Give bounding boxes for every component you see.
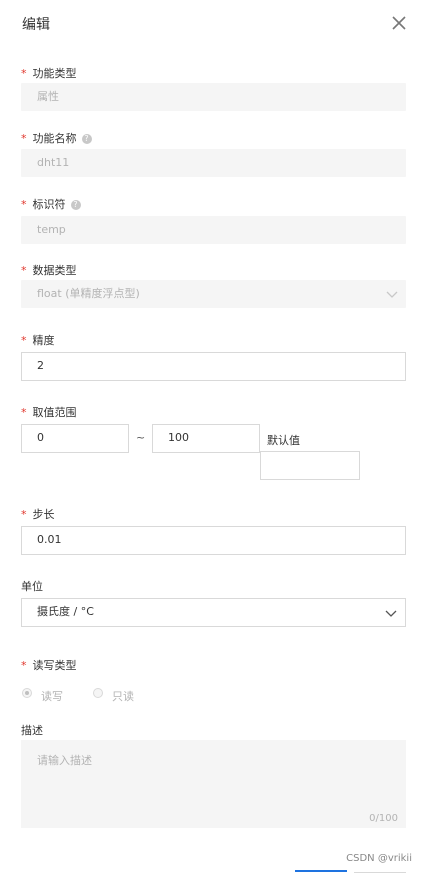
confirm-button-edge[interactable]: [295, 870, 347, 872]
range-label: * 取值范围: [21, 406, 77, 419]
default-value-input[interactable]: [260, 451, 360, 480]
description-counter: 0/100: [369, 813, 398, 824]
data-type-value: float (单精度浮点型): [37, 287, 140, 300]
rw-type-label: * 读写类型: [21, 659, 77, 672]
identifier-label: * 标识符?: [21, 196, 81, 212]
range-separator: ~: [136, 431, 146, 444]
dialog-title: 编辑: [22, 17, 50, 33]
unit-label: 单位: [21, 580, 43, 593]
range-min-input[interactable]: 0: [21, 424, 129, 453]
rw-option-readonly: 只读: [112, 690, 134, 703]
function-type-field: 属性: [21, 83, 406, 111]
description-textarea[interactable]: 请输入描述: [21, 740, 406, 828]
help-icon[interactable]: ?: [70, 200, 81, 210]
close-icon[interactable]: [390, 14, 408, 32]
help-icon[interactable]: ?: [81, 134, 92, 144]
step-input[interactable]: 0.01: [21, 526, 406, 555]
description-label: 描述: [21, 724, 43, 737]
data-type-label: * 数据类型: [21, 264, 77, 277]
unit-select[interactable]: 摄氏度 / °C: [21, 598, 406, 627]
identifier-field: temp: [21, 216, 406, 244]
rw-radio-readwrite[interactable]: [22, 688, 32, 698]
data-type-select: float (单精度浮点型): [21, 280, 406, 308]
function-name-field: dht11: [21, 149, 406, 177]
step-label: * 步长: [21, 508, 55, 521]
range-max-input[interactable]: 100: [152, 424, 260, 453]
default-value-label: 默认值: [267, 434, 300, 447]
cancel-button-edge[interactable]: [354, 872, 406, 873]
chevron-down-icon: [385, 610, 397, 617]
precision-label: * 精度: [21, 334, 55, 347]
watermark: CSDN @vrikii: [346, 853, 412, 864]
precision-input[interactable]: 2: [21, 352, 406, 381]
function-name-label: * 功能名称?: [21, 130, 92, 146]
rw-radio-readonly[interactable]: [93, 688, 103, 698]
function-type-label: * 功能类型: [21, 67, 77, 80]
unit-value: 摄氏度 / °C: [37, 605, 94, 618]
rw-option-readwrite: 读写: [41, 690, 63, 703]
chevron-down-icon: [386, 291, 398, 298]
